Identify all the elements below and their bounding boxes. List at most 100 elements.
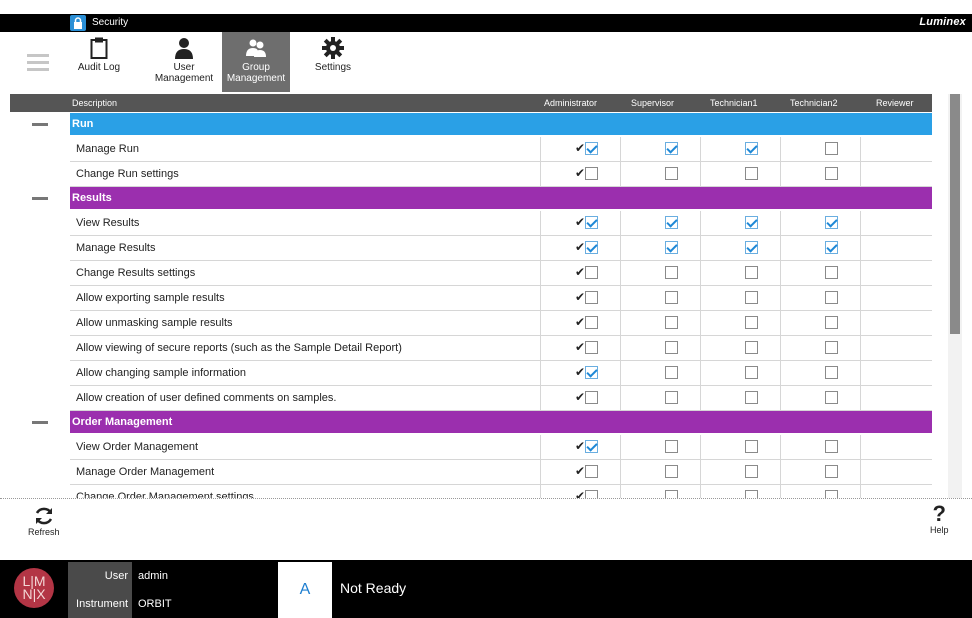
technician1-checkbox[interactable] bbox=[665, 490, 678, 498]
supervisor-checkbox[interactable] bbox=[585, 465, 598, 478]
technician1-checkbox[interactable] bbox=[665, 142, 678, 155]
technician2-checkbox[interactable] bbox=[745, 316, 758, 329]
supervisor-checkbox[interactable] bbox=[585, 266, 598, 279]
reviewer-checkbox[interactable] bbox=[825, 241, 838, 254]
vertical-scrollbar[interactable] bbox=[948, 94, 962, 498]
permission-description: View Results bbox=[76, 217, 140, 229]
technician2-checkbox[interactable] bbox=[745, 142, 758, 155]
technician2-checkbox[interactable] bbox=[745, 366, 758, 379]
technician1-checkbox[interactable] bbox=[665, 266, 678, 279]
collapse-section-button[interactable] bbox=[32, 197, 48, 200]
settings-label: Settings bbox=[314, 62, 352, 73]
cell-divider bbox=[780, 460, 781, 484]
cell-divider bbox=[700, 311, 701, 335]
user-label: User bbox=[68, 562, 132, 590]
help-button[interactable]: ? Help bbox=[930, 501, 949, 535]
settings-button[interactable]: Settings bbox=[308, 32, 358, 92]
user-icon bbox=[174, 36, 194, 60]
technician1-checkbox[interactable] bbox=[665, 216, 678, 229]
supervisor-checkbox[interactable] bbox=[585, 142, 598, 155]
section-title: Run bbox=[72, 118, 94, 130]
administrator-check-icon: ✔ bbox=[575, 215, 586, 229]
menu-icon[interactable] bbox=[27, 54, 49, 75]
cell-divider bbox=[780, 236, 781, 260]
reviewer-checkbox[interactable] bbox=[825, 366, 838, 379]
technician1-checkbox[interactable] bbox=[665, 316, 678, 329]
supervisor-checkbox[interactable] bbox=[585, 391, 598, 404]
technician2-checkbox[interactable] bbox=[745, 266, 758, 279]
cell-divider bbox=[780, 211, 781, 235]
cell-divider bbox=[700, 162, 701, 186]
cell-divider bbox=[860, 162, 861, 186]
technician2-checkbox[interactable] bbox=[745, 341, 758, 354]
technician2-checkbox[interactable] bbox=[745, 216, 758, 229]
supervisor-checkbox[interactable] bbox=[585, 440, 598, 453]
instrument-value: ORBIT bbox=[138, 598, 172, 610]
technician2-checkbox[interactable] bbox=[745, 465, 758, 478]
reviewer-checkbox[interactable] bbox=[825, 316, 838, 329]
instrument-info: Instrument ORBIT bbox=[68, 590, 276, 618]
table-row: Change Results settings ✔ bbox=[70, 261, 932, 286]
permission-description: Change Run settings bbox=[76, 168, 179, 180]
reviewer-checkbox[interactable] bbox=[825, 490, 838, 498]
technician1-checkbox[interactable] bbox=[665, 241, 678, 254]
cell-divider bbox=[540, 286, 541, 310]
reviewer-checkbox[interactable] bbox=[825, 465, 838, 478]
cell-divider bbox=[540, 336, 541, 360]
supervisor-checkbox[interactable] bbox=[585, 167, 598, 180]
table-row: Manage Results ✔ bbox=[70, 236, 932, 261]
technician2-checkbox[interactable] bbox=[745, 440, 758, 453]
cell-divider bbox=[780, 261, 781, 285]
reviewer-checkbox[interactable] bbox=[825, 167, 838, 180]
technician2-checkbox[interactable] bbox=[745, 291, 758, 304]
collapse-section-button[interactable] bbox=[32, 421, 48, 424]
cell-divider bbox=[540, 386, 541, 410]
table-row: View Order Management ✔ bbox=[70, 435, 932, 460]
scrollbar-thumb[interactable] bbox=[950, 94, 960, 334]
administrator-check-icon: ✔ bbox=[575, 365, 586, 379]
supervisor-checkbox[interactable] bbox=[585, 341, 598, 354]
technician1-checkbox[interactable] bbox=[665, 366, 678, 379]
reviewer-checkbox[interactable] bbox=[825, 291, 838, 304]
supervisor-checkbox[interactable] bbox=[585, 490, 598, 498]
reviewer-checkbox[interactable] bbox=[825, 142, 838, 155]
supervisor-checkbox[interactable] bbox=[585, 316, 598, 329]
reviewer-checkbox[interactable] bbox=[825, 216, 838, 229]
technician2-checkbox[interactable] bbox=[745, 391, 758, 404]
cell-divider bbox=[860, 435, 861, 459]
technician2-checkbox[interactable] bbox=[745, 490, 758, 498]
technician1-checkbox[interactable] bbox=[665, 391, 678, 404]
cell-divider bbox=[540, 460, 541, 484]
technician1-checkbox[interactable] bbox=[665, 440, 678, 453]
cell-divider bbox=[540, 211, 541, 235]
reviewer-checkbox[interactable] bbox=[825, 440, 838, 453]
user-management-button[interactable]: User Management bbox=[150, 32, 218, 92]
technician1-checkbox[interactable] bbox=[665, 465, 678, 478]
refresh-button[interactable]: Refresh bbox=[28, 505, 60, 537]
permission-description: Allow changing sample information bbox=[76, 367, 246, 379]
cell-divider bbox=[620, 460, 621, 484]
cell-divider bbox=[700, 137, 701, 161]
supervisor-checkbox[interactable] bbox=[585, 291, 598, 304]
reviewer-checkbox[interactable] bbox=[825, 341, 838, 354]
supervisor-checkbox[interactable] bbox=[585, 366, 598, 379]
technician1-checkbox[interactable] bbox=[665, 291, 678, 304]
section-header: Results bbox=[70, 187, 932, 209]
cell-divider bbox=[620, 236, 621, 260]
technician2-checkbox[interactable] bbox=[745, 167, 758, 180]
reviewer-checkbox[interactable] bbox=[825, 266, 838, 279]
supervisor-checkbox[interactable] bbox=[585, 216, 598, 229]
cell-divider bbox=[700, 286, 701, 310]
technician2-checkbox[interactable] bbox=[745, 241, 758, 254]
supervisor-checkbox[interactable] bbox=[585, 241, 598, 254]
audit-log-button[interactable]: Audit Log bbox=[72, 32, 126, 92]
cell-divider bbox=[540, 435, 541, 459]
collapse-section-button[interactable] bbox=[32, 123, 48, 126]
cell-divider bbox=[540, 162, 541, 186]
user-management-label: User Management bbox=[154, 62, 214, 84]
instrument-slot-indicator[interactable]: A bbox=[278, 562, 332, 618]
reviewer-checkbox[interactable] bbox=[825, 391, 838, 404]
technician1-checkbox[interactable] bbox=[665, 341, 678, 354]
group-management-button[interactable]: Group Management bbox=[222, 32, 290, 92]
technician1-checkbox[interactable] bbox=[665, 167, 678, 180]
